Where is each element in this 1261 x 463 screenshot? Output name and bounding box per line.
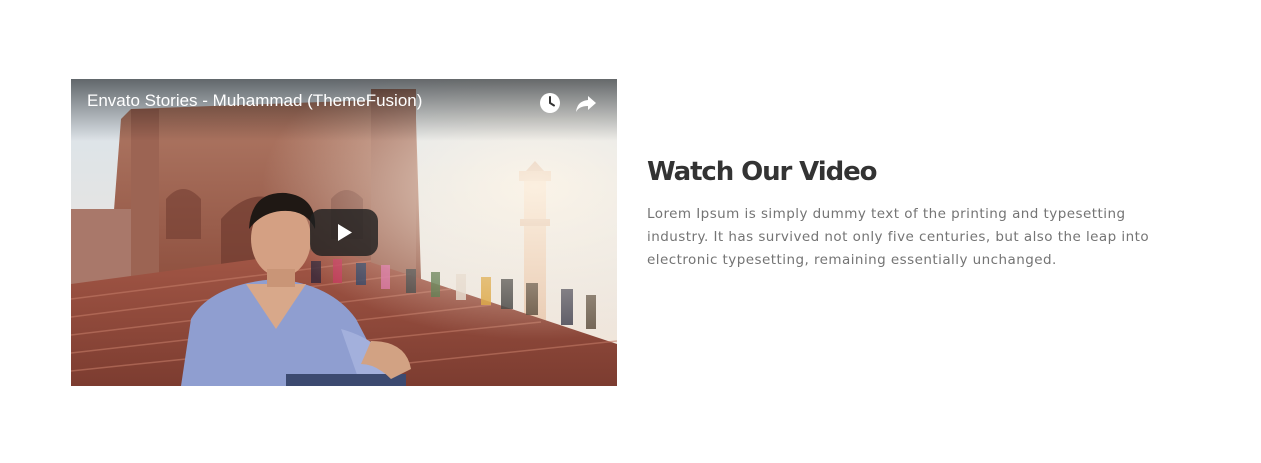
page: Envato Stories - Muhammad (ThemeFusion) … [0, 0, 1261, 463]
video-title[interactable]: Envato Stories - Muhammad (ThemeFusion) [87, 91, 422, 111]
description-line: industry. It has survived not only five … [647, 229, 1150, 245]
section-description: Lorem Ipsum is simply dummy text of the … [647, 203, 1207, 272]
video-player[interactable]: Envato Stories - Muhammad (ThemeFusion) [71, 79, 617, 386]
clock-icon[interactable] [538, 91, 562, 115]
description-line: electronic typesetting, remaining essent… [647, 252, 1057, 268]
section-heading: Watch Our Video [647, 157, 877, 187]
description-line: Lorem Ipsum is simply dummy text of the … [647, 206, 1126, 222]
play-icon [338, 224, 352, 241]
play-button[interactable] [310, 209, 378, 256]
share-arrow-icon[interactable] [574, 91, 598, 115]
